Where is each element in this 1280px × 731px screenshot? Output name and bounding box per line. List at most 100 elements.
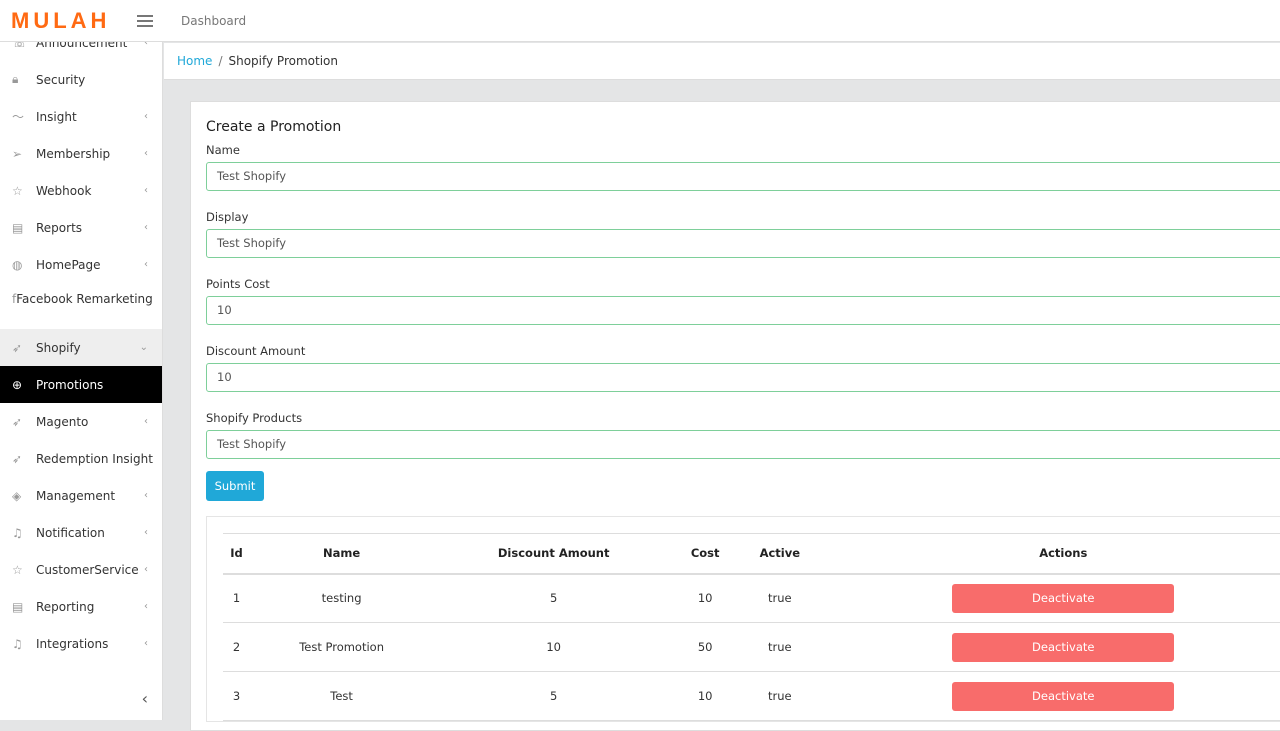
chevron-left-icon: ‹ [144, 490, 148, 501]
column-header: Name [250, 534, 433, 574]
shopify-products-label: Shopify Products [206, 411, 1274, 425]
sidebar-item-insight[interactable]: 〜Insight‹ [0, 98, 162, 135]
cell-name: Test Promotion [250, 623, 433, 672]
rocket-icon: ➶ [12, 341, 36, 355]
breadcrumb: Home / Shopify Promotion [164, 43, 1280, 80]
cell-name: Test [250, 672, 433, 721]
sidebar-item-label: Insight [36, 110, 77, 124]
column-header: Id [223, 534, 250, 574]
nav-dashboard[interactable]: Dashboard [181, 14, 246, 28]
top-bar: MULAH Dashboard [0, 0, 1280, 42]
globe-icon: ◍ [12, 258, 36, 272]
sidebar-item-magento[interactable]: ➶Magento‹ [0, 403, 162, 440]
sidebar-item-notification[interactable]: ♫Notification‹ [0, 514, 162, 551]
sidebar-item-membership[interactable]: ➢Membership ‹ [0, 135, 162, 172]
chevron-left-icon: ‹ [144, 638, 148, 649]
sidebar-item-management[interactable]: ◈Management‹ [0, 477, 162, 514]
star-icon: ☆ [12, 563, 36, 577]
sidebar-item-label: Magento [36, 415, 88, 429]
sidebar-item-label: Management [36, 489, 115, 503]
chevron-left-icon: ‹ [144, 222, 148, 233]
breadcrumb-home[interactable]: Home [177, 54, 212, 68]
chevron-left-icon: ‹ [144, 185, 148, 196]
shopify-products-input[interactable]: Test Shopify [206, 430, 1280, 459]
cell-name: testing [250, 574, 433, 623]
cell-active: true [736, 623, 823, 672]
megaphone-icon: ☏ [12, 42, 36, 50]
display-input[interactable]: Test Shopify [206, 229, 1280, 258]
deactivate-button[interactable]: Deactivate [952, 682, 1174, 711]
cell-id: 3 [223, 672, 250, 721]
rocket-icon: ➶ [12, 452, 36, 466]
logo[interactable]: MULAH [11, 8, 137, 34]
book-icon: ▤ [12, 600, 36, 614]
discount-amount-input[interactable]: 10 [206, 363, 1280, 392]
sidebar-item-shopify[interactable]: ➶Shopify⌄ [0, 329, 162, 366]
sidebar-item-promotions[interactable]: ⊕Promotions [0, 366, 162, 403]
cell-active: true [736, 574, 823, 623]
sidebar-item-label: Facebook Remarketing [16, 292, 153, 306]
sidebar-item-label: Integrations [36, 637, 108, 651]
points-cost-label: Points Cost [206, 277, 1274, 291]
sidebar-item-label: Promotions [36, 378, 103, 392]
cell-actions: Deactivate [824, 672, 1280, 721]
star-icon: ☆ [12, 184, 36, 198]
column-header: Actions [824, 534, 1280, 574]
bell-icon: ♫ [12, 637, 36, 651]
sidebar-item-security[interactable]: 🔒︎Security [0, 61, 162, 98]
table-row: 2 Test Promotion 10 50 true Deactivate [223, 623, 1280, 672]
book-icon: ▤ [12, 221, 36, 235]
column-header: Discount Amount [433, 534, 674, 574]
sidebar-item-label: Announcement [36, 42, 127, 50]
column-header: Cost [674, 534, 736, 574]
cell-active: true [736, 672, 823, 721]
lock-icon: 🔒︎ [12, 72, 36, 87]
sidebar-item-customerservice[interactable]: ☆CustomerService ‹ [0, 551, 162, 588]
cell-actions: Deactivate [824, 623, 1280, 672]
promotion-card: Create a Promotion NameTest ShopifyDispl… [190, 101, 1280, 731]
sidebar-item-redemption-insight[interactable]: ➶Redemption Insight [0, 440, 162, 477]
sidebar-item-label: Redemption Insight [36, 452, 153, 466]
cell-cost: 10 [674, 574, 736, 623]
chevron-left-icon: ‹ [144, 259, 148, 270]
column-header: Active [736, 534, 823, 574]
sidebar-item-label: Notification [36, 526, 105, 540]
sidebar-item-label: CustomerService [36, 563, 139, 577]
cell-id: 1 [223, 574, 250, 623]
plus-circle-icon: ⊕ [12, 378, 36, 392]
submit-button[interactable]: Submit [206, 471, 264, 501]
sidebar-item-integrations[interactable]: ♫Integrations ‹ [0, 625, 162, 662]
breadcrumb-current: Shopify Promotion [228, 54, 338, 68]
cell-id: 2 [223, 623, 250, 672]
table-row: 1 testing 5 10 true Deactivate [223, 574, 1280, 623]
rocket-icon: ➶ [12, 415, 36, 429]
chart-line-icon: 〜 [12, 108, 36, 125]
points-cost-input[interactable]: 10 [206, 296, 1280, 325]
name-input[interactable]: Test Shopify [206, 162, 1280, 191]
sidebar-item-label: Security [36, 73, 85, 87]
sidebar-item-webhook[interactable]: ☆Webhook ‹ [0, 172, 162, 209]
sidebar-item-homepage[interactable]: ◍HomePage‹ [0, 246, 162, 283]
sidebar-item-announcement[interactable]: ☏Announcement ‹ [0, 42, 162, 61]
sidebar-item-reporting[interactable]: ▤Reporting‹ [0, 588, 162, 625]
sidebar-item-label: Webhook [36, 184, 91, 198]
menu-toggle-icon[interactable] [137, 15, 153, 27]
cell-actions: Deactivate [824, 574, 1280, 623]
deactivate-button[interactable]: Deactivate [952, 584, 1174, 613]
chevron-left-icon: ‹ [144, 148, 148, 159]
sidebar-item-label: Membership [36, 147, 110, 161]
sidebar-item-reports[interactable]: ▤Reports ‹ [0, 209, 162, 246]
paper-plane-icon: ➢ [12, 147, 36, 161]
discount-amount-label: Discount Amount [206, 344, 1274, 358]
sidebar-item-label: Reports [36, 221, 82, 235]
breadcrumb-separator: / [218, 54, 222, 68]
sidebar-item-label: Shopify [36, 341, 81, 355]
chevron-left-icon: ‹ [144, 42, 148, 48]
chevron-left-icon: ‹ [144, 601, 148, 612]
display-label: Display [206, 210, 1274, 224]
sidebar: ☏Announcement‹🔒︎Security〜Insight‹➢Member… [0, 42, 163, 720]
deactivate-button[interactable]: Deactivate [952, 633, 1174, 662]
sidebar-item-facebook-remarketing[interactable]: fFacebook Remarketing [0, 283, 162, 329]
chevron-left-icon: ‹ [144, 564, 148, 575]
sidebar-collapse-icon[interactable]: ‹ [142, 689, 148, 708]
